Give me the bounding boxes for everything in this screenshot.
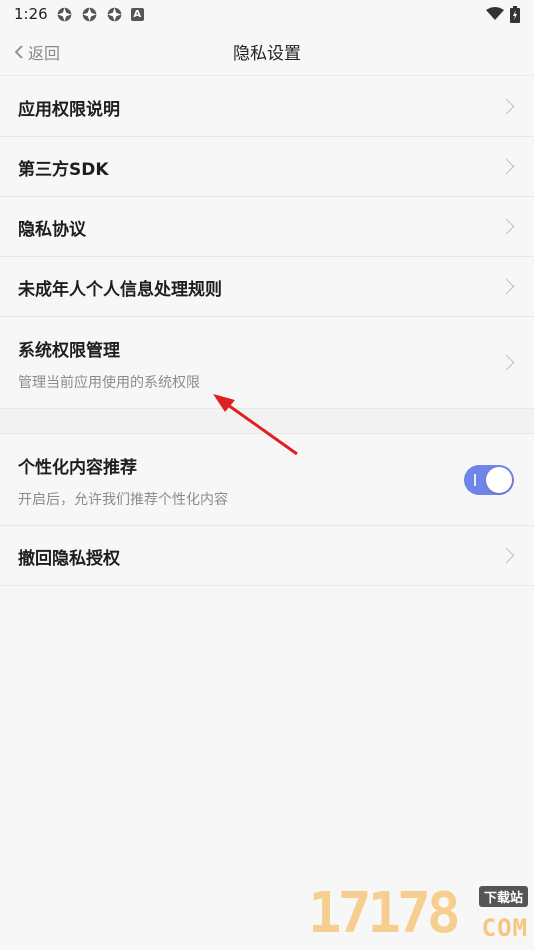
status-bar: 1:26 A: [0, 0, 534, 28]
list-item-app-permissions[interactable]: 应用权限说明: [0, 77, 534, 137]
list-item-subtitle: 开启后，允许我们推荐个性化内容: [18, 492, 228, 508]
list-item-third-party-sdk[interactable]: 第三方SDK: [0, 137, 534, 197]
chevron-right-icon: [498, 218, 515, 235]
list-item-title: 未成年人个人信息处理规则: [18, 280, 222, 300]
battery-icon: [510, 5, 520, 23]
chevron-right-icon: [498, 354, 515, 371]
status-time: 1:26: [14, 5, 48, 23]
list-item-title: 撤回隐私授权: [18, 549, 120, 569]
list-item-minor-info-rules[interactable]: 未成年人个人信息处理规则: [0, 257, 534, 317]
a-app-icon: A: [130, 7, 144, 21]
chevron-right-icon: [498, 547, 515, 564]
page-title: 隐私设置: [233, 44, 301, 64]
list-item-title: 系统权限管理: [18, 341, 120, 361]
list-item-title: 个性化内容推荐: [18, 458, 137, 478]
annotation-arrow: [213, 394, 298, 456]
nav-bar: 返回 隐私设置: [0, 28, 534, 76]
list-item-revoke-privacy[interactable]: 撤回隐私授权: [0, 526, 534, 586]
list-item-title: 第三方SDK: [18, 160, 109, 180]
settings-list: 应用权限说明 第三方SDK 隐私协议 未成年人个人信息处理规则 系统权限管理 管…: [0, 77, 534, 586]
personalize-toggle[interactable]: [464, 465, 514, 495]
list-item-privacy-agreement[interactable]: 隐私协议: [0, 197, 534, 257]
list-item-title: 应用权限说明: [18, 100, 120, 120]
wifi-icon: [486, 7, 504, 20]
watermark-number: 17178: [308, 881, 461, 946]
watermark-tag: 下载站: [478, 886, 528, 907]
notification-icon: [82, 7, 96, 21]
toggle-knob: [486, 467, 512, 493]
notification-icon: [57, 7, 71, 21]
list-item-title: 隐私协议: [18, 220, 86, 240]
chevron-right-icon: [498, 158, 515, 175]
chevron-right-icon: [498, 278, 515, 295]
toggle-on-indicator: [474, 474, 476, 486]
list-item-subtitle: 管理当前应用使用的系统权限: [18, 375, 200, 391]
chevron-right-icon: [498, 98, 515, 115]
watermark-logo: 17178 下载站 COM: [300, 880, 534, 950]
notification-icon: [107, 7, 121, 21]
watermark-domain: COM: [481, 914, 528, 942]
